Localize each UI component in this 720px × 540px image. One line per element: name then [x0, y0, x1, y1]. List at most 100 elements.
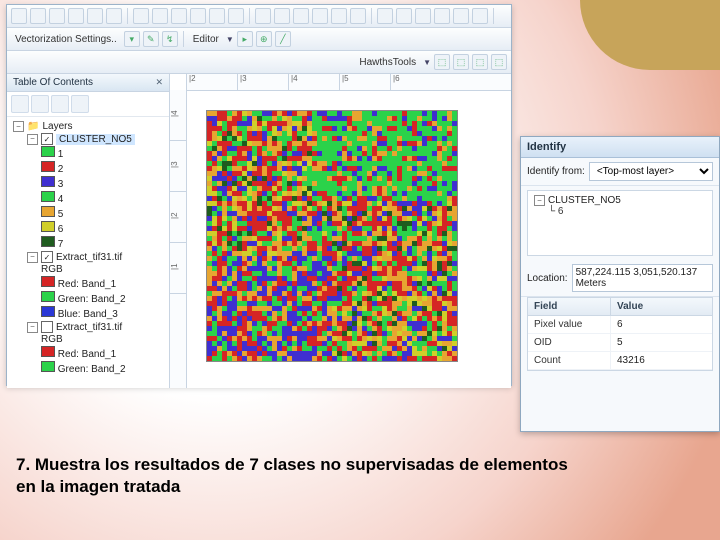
toolbar-icon[interactable] — [228, 8, 244, 24]
collapse-icon[interactable]: − — [27, 322, 38, 333]
toc-tool-icon[interactable] — [11, 95, 29, 113]
tool-icon[interactable]: ⬚ — [472, 54, 488, 70]
tool-icon[interactable]: ⬚ — [491, 54, 507, 70]
class-swatch — [41, 236, 55, 247]
vectorization-label[interactable]: Vectorization Settings.. — [11, 34, 121, 45]
class-swatch — [41, 146, 55, 157]
attr-value: 43216 — [611, 352, 651, 369]
class-swatch — [41, 191, 55, 202]
toc-tool-icon[interactable] — [51, 95, 69, 113]
identify-from-label: Identify from: — [527, 166, 585, 177]
dropdown-icon[interactable]: ▾ — [124, 31, 140, 47]
tool-icon[interactable]: ↯ — [162, 31, 178, 47]
layer-checkbox[interactable] — [41, 321, 53, 333]
identify-value[interactable]: └ 6 — [534, 206, 706, 217]
classified-raster[interactable] — [206, 110, 458, 362]
toolbar-icon[interactable] — [49, 8, 65, 24]
col-value: Value — [611, 298, 649, 315]
toolbar-icon[interactable] — [434, 8, 450, 24]
layer-tree[interactable]: −📁Layers −✓CLUSTER_NO5 1 2 3 4 5 6 7 −✓E… — [7, 117, 169, 388]
toolbar-icon[interactable] — [11, 8, 27, 24]
ruler-vertical: |4|3|2|1 — [170, 90, 187, 388]
tool-icon[interactable]: ⊕ — [256, 31, 272, 47]
toolbar-icon[interactable] — [87, 8, 103, 24]
layer-checkbox[interactable]: ✓ — [41, 133, 53, 145]
extract-layer-1[interactable]: Extract_tif31.tif — [56, 252, 122, 263]
col-field: Field — [528, 298, 611, 315]
rgb-label: RGB — [41, 264, 165, 275]
tool-icon[interactable]: ▸ — [237, 31, 253, 47]
toc-tool-icon[interactable] — [31, 95, 49, 113]
hawths-label[interactable]: HawthsTools — [355, 57, 420, 68]
toolbar-icon[interactable] — [293, 8, 309, 24]
class-swatch — [41, 176, 55, 187]
location-value: 587,224.115 3,051,520.137 Meters — [572, 264, 713, 292]
location-label: Location: — [527, 273, 568, 284]
toolbar-icon[interactable] — [274, 8, 290, 24]
tool-icon[interactable]: ╱ — [275, 31, 291, 47]
layer-checkbox[interactable]: ✓ — [41, 251, 53, 263]
class-label: 1 — [58, 149, 64, 160]
band-label: Red: Band_1 — [58, 279, 116, 290]
class-label: 4 — [58, 194, 64, 205]
toolbar-icon[interactable] — [209, 8, 225, 24]
band-swatch — [41, 276, 55, 287]
layers-node[interactable]: Layers — [42, 121, 72, 132]
toc-header: Table Of Contents ✕ — [7, 74, 169, 92]
ruler-horizontal: |2|3|4|5|6 — [186, 74, 511, 91]
extract-layer-2[interactable]: Extract_tif31.tif — [56, 322, 122, 333]
rgb-label: RGB — [41, 334, 165, 345]
band-label: Green: Band_2 — [58, 364, 126, 375]
class-swatch — [41, 221, 55, 232]
identify-layer[interactable]: CLUSTER_NO5 — [548, 195, 621, 206]
cluster-layer[interactable]: CLUSTER_NO5 — [56, 134, 135, 145]
editor-label[interactable]: Editor — [189, 34, 223, 45]
band-swatch — [41, 306, 55, 317]
pin-icon[interactable]: ✕ — [155, 77, 163, 88]
class-label: 2 — [58, 164, 64, 175]
class-label: 3 — [58, 179, 64, 190]
map-view[interactable]: |2|3|4|5|6 |4|3|2|1 — [170, 74, 511, 388]
collapse-icon[interactable]: − — [27, 134, 38, 145]
attr-field: Pixel value — [528, 316, 611, 333]
toolbar-icon[interactable] — [68, 8, 84, 24]
toolbar-icon[interactable] — [377, 8, 393, 24]
collapse-icon[interactable]: − — [27, 252, 38, 263]
class-label: 6 — [58, 224, 64, 235]
toolbar-main — [7, 5, 511, 28]
toolbar-icon[interactable] — [152, 8, 168, 24]
toolbar-icon[interactable] — [415, 8, 431, 24]
toolbar-icon[interactable] — [106, 8, 122, 24]
identify-panel: Identify Identify from: <Top-most layer>… — [520, 136, 720, 432]
toc-tool-icon[interactable] — [71, 95, 89, 113]
chevron-down-icon[interactable]: ▼ — [226, 35, 234, 44]
chevron-down-icon[interactable]: ▼ — [423, 58, 431, 67]
toc-toolbar — [7, 92, 169, 117]
arcmap-window: Vectorization Settings.. ▾ ✎ ↯ Editor ▼ … — [6, 4, 512, 386]
band-label: Blue: Band_3 — [58, 309, 118, 320]
collapse-icon[interactable]: − — [534, 195, 545, 206]
class-swatch — [41, 206, 55, 217]
tool-icon[interactable]: ✎ — [143, 31, 159, 47]
band-label: Red: Band_1 — [58, 349, 116, 360]
toolbar-icon[interactable] — [350, 8, 366, 24]
toolbar-icon[interactable] — [472, 8, 488, 24]
identify-attribute-table: FieldValue Pixel value6OID5Count43216 — [527, 297, 713, 371]
identify-result-tree[interactable]: −CLUSTER_NO5 └ 6 — [527, 190, 713, 256]
collapse-icon[interactable]: − — [13, 121, 24, 132]
toolbar-icon[interactable] — [453, 8, 469, 24]
toolbar-icon[interactable] — [312, 8, 328, 24]
tool-icon[interactable]: ⬚ — [434, 54, 450, 70]
toolbar-icon[interactable] — [396, 8, 412, 24]
tool-icon[interactable]: ⬚ — [453, 54, 469, 70]
toolbar-icon[interactable] — [190, 8, 206, 24]
identify-from-select[interactable]: <Top-most layer> — [589, 162, 713, 181]
attr-value: 5 — [611, 334, 629, 351]
toolbar-icon[interactable] — [30, 8, 46, 24]
band-swatch — [41, 361, 55, 372]
toolbar-icon[interactable] — [133, 8, 149, 24]
toolbar-icon[interactable] — [255, 8, 271, 24]
attr-field: OID — [528, 334, 611, 351]
toolbar-icon[interactable] — [331, 8, 347, 24]
toolbar-icon[interactable] — [171, 8, 187, 24]
